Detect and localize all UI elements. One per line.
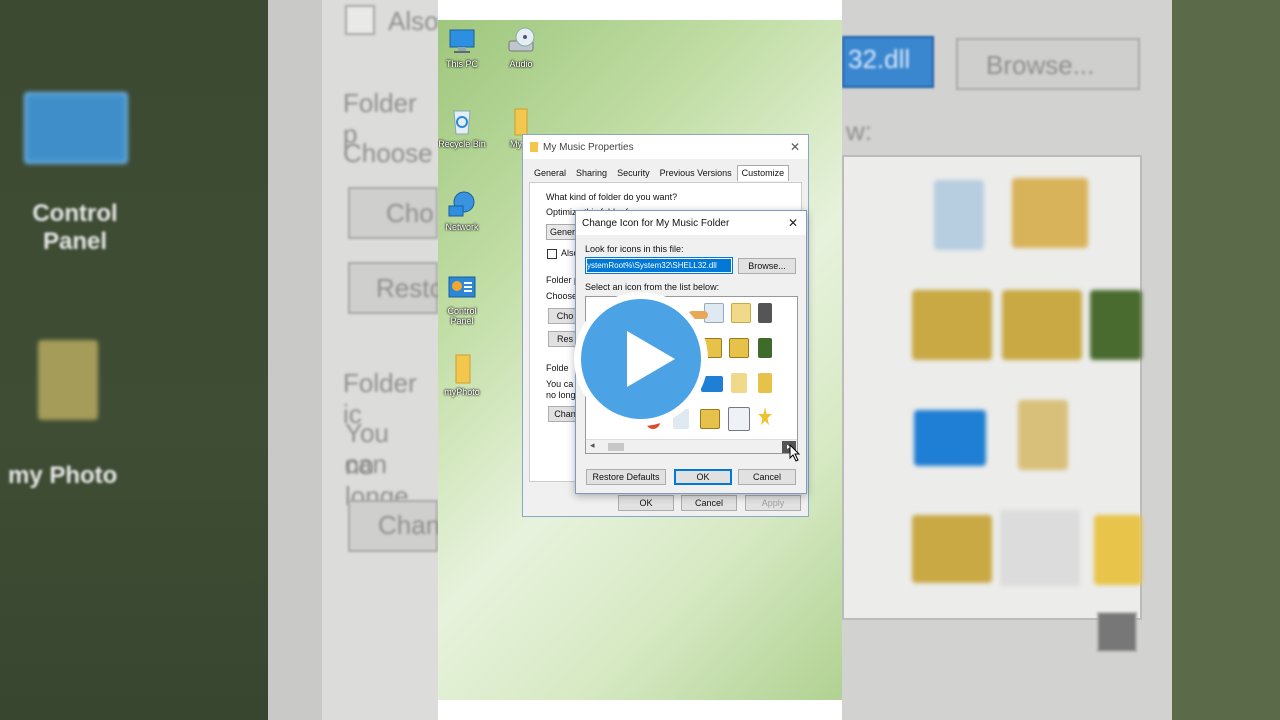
mouse-cursor-icon [789, 444, 801, 462]
folder-printer-icon[interactable] [729, 338, 749, 358]
blurred-scroll-right [1097, 612, 1137, 652]
tab-customize[interactable]: Customize [736, 165, 790, 181]
control-panel-icon [448, 276, 476, 298]
cancel-button[interactable]: Cancel [681, 495, 737, 511]
desktop-icon-this-pc[interactable]: This PC [438, 25, 487, 69]
play-button[interactable] [574, 292, 708, 426]
desktop-icon-audio[interactable]: Audio [496, 25, 546, 69]
properties-title: My Music Properties [543, 141, 634, 153]
blurred-dll-text: 32.dll [848, 44, 911, 74]
blurred-cho-text: Cho [386, 198, 434, 228]
computer-icon [449, 29, 475, 53]
play-button-circle [581, 299, 701, 419]
tab-sharing[interactable]: Sharing [571, 165, 612, 181]
close-icon[interactable]: ✕ [788, 216, 798, 230]
blurred-folder-a-icon [912, 290, 992, 360]
choose-file-label: Choose [546, 291, 578, 301]
folder-icon [530, 142, 538, 152]
ok-button[interactable]: OK [674, 469, 732, 485]
star-icon[interactable] [758, 407, 772, 426]
what-kind-label: What kind of folder do you want? [546, 192, 678, 202]
ok-button[interactable]: OK [618, 495, 674, 511]
desktop-icon-my-photo[interactable]: myPhoto [438, 353, 487, 397]
desktop-icon-recycle-bin[interactable]: Recycle Bin [438, 105, 487, 149]
blurred-folder-icon [38, 340, 98, 420]
select-icon-label: Select an icon from the list below: [585, 282, 720, 292]
change-icon-titlebar: Change Icon for My Music Folder ✕ [576, 211, 806, 235]
checklist-icon[interactable] [728, 407, 750, 431]
browse-button[interactable]: Browse... [738, 258, 796, 274]
folder-grid-icon[interactable] [731, 303, 751, 323]
icon-file-value: ystemRoot%\System32\SHELL32.dll [587, 259, 731, 272]
play-icon [627, 331, 675, 387]
top-bar [438, 0, 842, 20]
cancel-button[interactable]: Cancel [738, 469, 796, 485]
blurred-recycle-icon [934, 180, 984, 250]
desktop-icon-network[interactable]: Network [438, 188, 487, 232]
blurred-tree-icon [1090, 290, 1142, 360]
change-icon-title: Change Icon for My Music Folder [582, 217, 730, 229]
desktop-icon-control-panel[interactable]: Control Panel [438, 272, 487, 326]
folder-tools-icon[interactable] [700, 409, 720, 429]
network-icon [448, 191, 475, 217]
icon-list-scrollbar[interactable]: ◂ ▸ [586, 439, 797, 453]
also-apply-checkbox[interactable] [547, 249, 557, 259]
tree-icon[interactable] [758, 338, 772, 358]
blurred-browse-text: Browse... [986, 50, 1095, 80]
folder-computer-icon[interactable] [758, 373, 772, 393]
blurred-letter-a-icon [1018, 400, 1068, 470]
blurred-monitor-icon [914, 410, 986, 466]
blurred-folder-b-icon [1002, 290, 1082, 360]
desktop-icon-label: Recycle Bin [438, 139, 486, 149]
blurred-background-right: 32.dll Browse... w: [842, 0, 1280, 720]
blurred-my-photo-label: my Photo [8, 462, 118, 489]
blurred-checkbox [345, 5, 375, 35]
desktop-icon-label: Control Panel [447, 306, 477, 326]
scrollbar-thumb[interactable] [608, 443, 624, 451]
blurred-background-left: Also Folder p Choose Cho Resto Folder ic… [0, 0, 438, 720]
apply-button[interactable]: Apply [745, 495, 801, 511]
look-for-label: Look for icons in this file: [585, 244, 684, 254]
desktop-icon-label: Network [445, 222, 479, 232]
scroll-left-icon[interactable]: ◂ [590, 440, 595, 451]
media-icon[interactable] [758, 303, 772, 323]
blurred-chan-text: Chan [378, 510, 438, 540]
bottom-bar [438, 700, 842, 720]
folder-icon [514, 108, 528, 136]
blurred-star-icon [1094, 515, 1142, 585]
folder-icons-label: Folde [546, 363, 569, 373]
blurred-list-label: w: [846, 116, 872, 146]
folder-icon [455, 354, 471, 384]
you-can-label: You ca [546, 379, 574, 389]
icon-file-field[interactable]: ystemRoot%\System32\SHELL32.dll [585, 257, 733, 274]
audio-drive-icon [508, 27, 535, 52]
tab-security[interactable]: Security [612, 165, 655, 181]
recycle-bin-icon [453, 110, 471, 135]
desktop-icon-label: myPhoto [444, 387, 480, 397]
blurred-resto-text: Resto [376, 273, 438, 303]
screen: Also Folder p Choose Cho Resto Folder ic… [0, 0, 1280, 720]
restore-defaults-button[interactable]: Restore Defaults [586, 469, 666, 485]
close-icon[interactable]: ✕ [790, 140, 800, 154]
desktop-icon-label: This PC [445, 59, 478, 69]
blurred-right-desktop [1172, 0, 1280, 720]
blurred-control-panel-label: Control Panel [32, 200, 118, 255]
blurred-folder-grid-icon [1012, 178, 1088, 248]
no-longer-label: no long [546, 390, 576, 400]
blurred-tools-folder-icon [912, 515, 992, 583]
letter-a-icon[interactable] [731, 373, 747, 393]
blurred-also-text: Also [388, 6, 438, 36]
blurred-control-panel-icon [24, 92, 128, 164]
tab-general[interactable]: General [529, 165, 571, 181]
properties-tabs: General Sharing Security Previous Versio… [529, 165, 790, 181]
blurred-checklist-icon [1000, 510, 1080, 586]
desktop-icon-label: Audio [509, 59, 533, 69]
tab-previous-versions[interactable]: Previous Versions [655, 165, 737, 181]
properties-titlebar: My Music Properties ✕ [523, 135, 808, 159]
blurred-choose-text: Choose [343, 138, 433, 168]
